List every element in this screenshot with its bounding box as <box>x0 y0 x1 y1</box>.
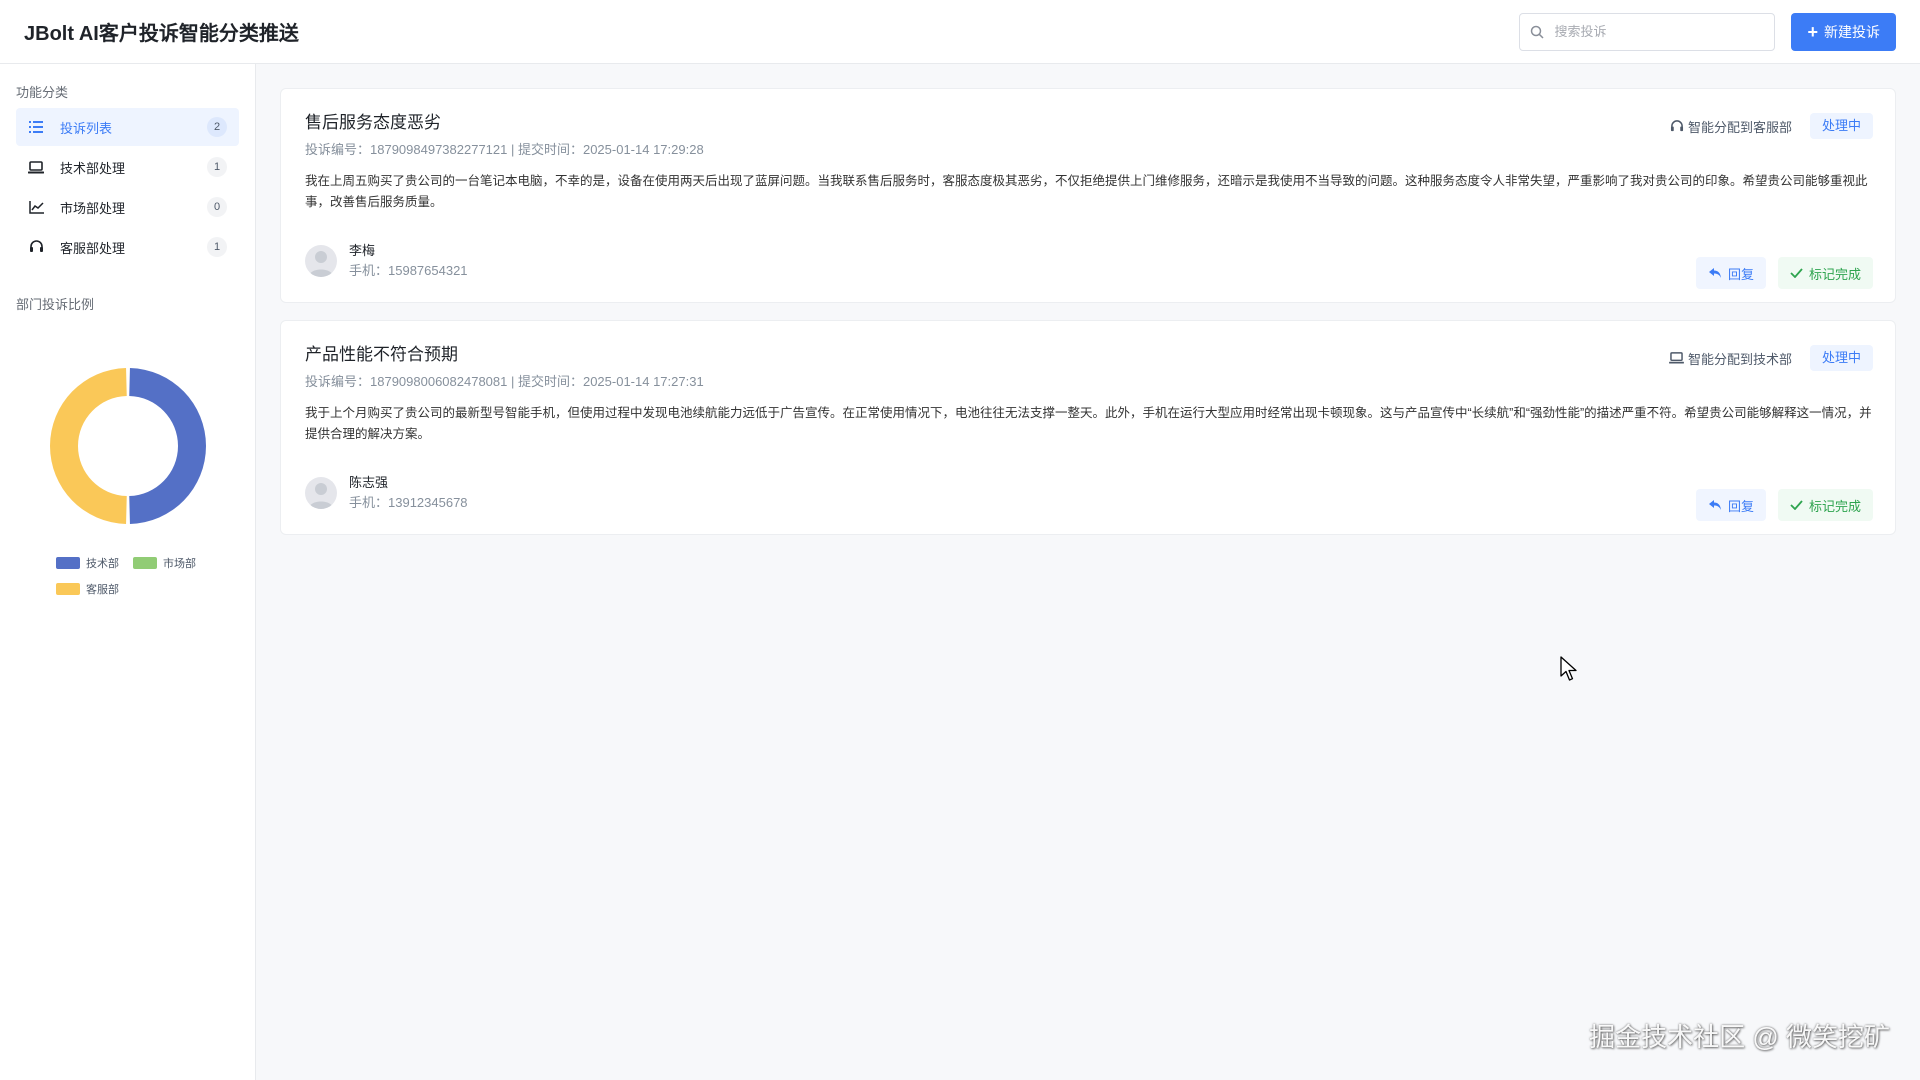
check-icon <box>1790 268 1803 278</box>
reply-icon <box>1708 500 1721 510</box>
mark-done-label: 标记完成 <box>1808 498 1861 514</box>
sidebar-item-label: 投诉列表 <box>60 120 113 136</box>
sidebar-item-market[interactable]: 市场部处理 0 <box>16 188 239 226</box>
legend-label: 客服部 <box>86 584 119 596</box>
legend-swatch <box>56 583 80 595</box>
status-badge: 处理中 <box>1809 113 1873 139</box>
watermark: 掘金技术社区 @ 微笑挖矿 <box>1589 1022 1890 1052</box>
sidebar-item-label: 技术部处理 <box>60 160 126 176</box>
reply-button[interactable]: 回复 <box>1695 489 1766 521</box>
card-actions: 回复 标记完成 <box>1695 257 1873 289</box>
headset-icon <box>28 239 44 255</box>
laptop-icon <box>28 159 44 175</box>
new-complaint-button[interactable]: + 新建投诉 <box>1791 12 1896 51</box>
user-phone: 手机：15987654321 <box>349 263 468 278</box>
reply-button[interactable]: 回复 <box>1695 257 1766 289</box>
legend-item-tech[interactable]: 技术部 <box>56 555 119 571</box>
complainant: 李梅 手机：15987654321 <box>305 241 468 281</box>
card-status-area: 智能分配到客服部 处理中 <box>1670 113 1873 139</box>
user-phone: 手机：13912345678 <box>349 495 468 510</box>
headset-icon <box>1670 119 1684 131</box>
top-header: JBolt AI客户投诉智能分类推送 + 新建投诉 <box>0 0 1920 64</box>
complaint-meta: 投诉编号：1879098497382277121 | 提交时间：2025-01-… <box>305 142 704 157</box>
complainant: 陈志强 手机：13912345678 <box>305 473 468 513</box>
count-badge: 2 <box>207 117 227 137</box>
list-icon <box>28 119 44 135</box>
user-name: 李梅 <box>349 243 376 258</box>
card-status-area: 智能分配到技术部 处理中 <box>1669 345 1873 371</box>
assign-info: 智能分配到技术部 <box>1669 349 1792 368</box>
assign-label: 智能分配到客服部 <box>1687 119 1792 135</box>
reply-label: 回复 <box>1727 266 1754 282</box>
complaint-list: 售后服务态度恶劣 投诉编号：1879098497382277121 | 提交时间… <box>280 88 1896 552</box>
donut-slice-技术部[interactable] <box>129 368 207 524</box>
check-icon <box>1790 500 1803 510</box>
legend-item-service[interactable]: 客服部 <box>56 581 119 597</box>
sidebar: 功能分类 投诉列表 2 技术部处理 1 市场部处理 0 客服部处理 1 部门投诉… <box>0 64 256 1080</box>
search-input[interactable] <box>1554 24 1755 39</box>
user-icon <box>309 251 333 277</box>
search-box[interactable] <box>1519 12 1776 51</box>
complaint-card: 产品性能不符合预期 投诉编号：1879098006082478081 | 提交时… <box>280 320 1896 535</box>
complaint-title: 产品性能不符合预期 <box>305 345 458 364</box>
complaint-card: 售后服务态度恶劣 投诉编号：1879098497382277121 | 提交时间… <box>280 88 1896 303</box>
donut-slice-客服部[interactable] <box>49 368 127 524</box>
sidebar-item-service[interactable]: 客服部处理 1 <box>16 228 239 266</box>
donut-chart: 技术部 市场部 客服部 <box>16 346 240 596</box>
complaint-body: 我在上周五购买了贵公司的一台笔记本电脑，不幸的是，设备在使用两天后出现了蓝屏问题… <box>305 174 1868 209</box>
count-badge: 0 <box>207 197 227 217</box>
avatar <box>305 477 337 509</box>
mouse-cursor-icon <box>1560 656 1577 681</box>
department-chart-section: 部门投诉比例 技术部 市场部 客服部 <box>16 292 239 596</box>
user-icon <box>309 483 333 509</box>
header-actions: + 新建投诉 <box>1519 12 1896 51</box>
sidebar-item-label: 客服部处理 <box>60 240 126 256</box>
sidebar-item-tech[interactable]: 技术部处理 1 <box>16 148 239 186</box>
sidebar-item-complaint-list[interactable]: 投诉列表 2 <box>16 108 239 146</box>
complaint-meta: 投诉编号：1879098006082478081 | 提交时间：2025-01-… <box>305 374 704 389</box>
complaint-title: 售后服务态度恶劣 <box>305 113 441 132</box>
count-badge: 1 <box>207 237 227 257</box>
laptop-icon <box>1669 352 1684 364</box>
reply-icon <box>1708 268 1721 278</box>
donut-svg <box>49 368 207 524</box>
new-complaint-label: 新建投诉 <box>1824 23 1880 40</box>
status-badge: 处理中 <box>1809 345 1873 371</box>
legend-swatch <box>133 557 157 569</box>
reply-label: 回复 <box>1727 498 1754 514</box>
assign-label: 智能分配到技术部 <box>1687 351 1792 367</box>
legend-label: 技术部 <box>86 558 119 570</box>
mark-done-button[interactable]: 标记完成 <box>1777 489 1873 521</box>
mark-done-label: 标记完成 <box>1808 266 1861 282</box>
user-name: 陈志强 <box>349 475 389 490</box>
avatar <box>305 245 337 277</box>
chart-legend: 技术部 市场部 客服部 <box>56 550 226 602</box>
mark-done-button[interactable]: 标记完成 <box>1777 257 1873 289</box>
sidebar-item-label: 市场部处理 <box>60 200 126 216</box>
functions-title: 功能分类 <box>16 85 69 100</box>
chart-title: 部门投诉比例 <box>16 297 95 312</box>
line-chart-icon <box>28 199 44 215</box>
search-icon <box>1531 25 1545 39</box>
legend-swatch <box>56 557 80 569</box>
legend-label: 市场部 <box>163 558 196 570</box>
legend-item-market[interactable]: 市场部 <box>133 555 196 571</box>
card-actions: 回复 标记完成 <box>1695 489 1873 521</box>
plus-icon: + <box>1807 21 1818 42</box>
count-badge: 1 <box>207 157 227 177</box>
app-title: JBolt AI客户投诉智能分类推送 <box>24 23 299 45</box>
complaint-body: 我于上个月购买了贵公司的最新型号智能手机，但使用过程中发现电池续航能力远低于广告… <box>305 406 1872 441</box>
assign-info: 智能分配到客服部 <box>1670 117 1792 136</box>
